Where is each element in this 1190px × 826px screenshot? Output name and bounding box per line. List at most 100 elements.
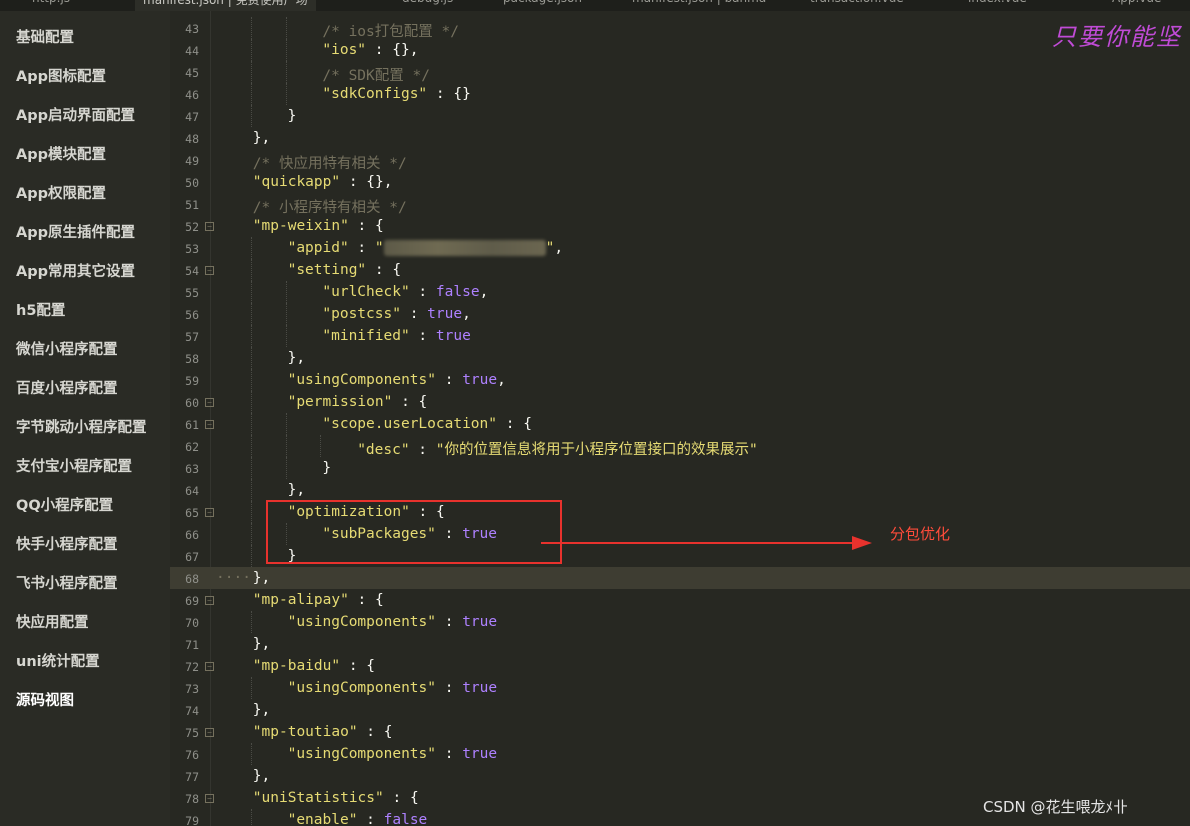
sidebar-item[interactable]: 支付宝小程序配置 [16,455,132,476]
fold-toggle-icon[interactable]: − [205,266,214,275]
line-number: 48 [185,132,199,146]
code-line[interactable]: 43 /* ios打包配置 */ [170,17,1190,40]
code-line[interactable]: 62 "desc" : "你的位置信息将用于小程序位置接口的效果展示" [170,435,1190,458]
sidebar-item[interactable]: 微信小程序配置 [16,338,118,359]
indent-guide [250,413,252,435]
code-line[interactable]: 52− "mp-weixin" : { [170,215,1190,237]
sidebar-item[interactable]: uni统计配置 [16,650,100,671]
code-line[interactable]: 50 "quickapp" : {}, [170,171,1190,193]
code-token: "urlCheck" [322,284,410,300]
line-number: 67 [185,550,199,564]
tab-4[interactable]: manifest.json | banma [632,0,766,11]
sidebar-item[interactable]: App模块配置 [16,143,106,164]
code-line[interactable]: 56 "postcss" : true, [170,303,1190,325]
code-token: , [479,284,489,300]
code-line[interactable]: 68}, ···· [170,567,1190,589]
sidebar-item[interactable]: h5配置 [16,299,65,320]
code-line[interactable]: 55 "urlCheck" : false, [170,281,1190,303]
code-line[interactable]: 70 "usingComponents" : true [170,611,1190,633]
code-line[interactable]: 59 "usingComponents" : true, [170,369,1190,391]
code-line[interactable]: 67} [170,545,1190,567]
fold-toggle-icon[interactable]: − [205,728,214,737]
sidebar-item[interactable]: 飞书小程序配置 [16,572,118,593]
code-line[interactable]: 76 "usingComponents" : true [170,743,1190,765]
code-text: "mp-weixin" : { [253,218,384,234]
code-line[interactable]: 48}, [170,127,1190,149]
indent-guide [250,303,252,325]
fold-toggle-icon[interactable]: − [205,596,214,605]
indent-guide [285,325,287,347]
sidebar-item[interactable]: App图标配置 [16,65,106,86]
code-line[interactable]: 46 "sdkConfigs" : {} [170,83,1190,105]
sidebar-item[interactable]: App启动界面配置 [16,104,135,125]
code-token: " [374,240,384,256]
code-token: /* 快应用特有相关 */ [252,156,407,172]
code-line[interactable]: 73 "usingComponents" : true [170,677,1190,699]
tab-2[interactable]: debug.js [402,0,453,11]
fold-toggle-icon[interactable]: − [205,420,214,429]
line-number: 58 [185,352,199,366]
code-line[interactable]: 49 /* 快应用特有相关 */ [170,149,1190,172]
code-line[interactable]: 72− "mp-baidu" : { [170,655,1190,677]
line-number: 52 [185,220,199,234]
code-line[interactable]: 75− "mp-toutiao" : { [170,721,1190,743]
fold-toggle-icon[interactable]: − [205,398,214,407]
code-token: : [436,372,463,388]
indent-guide [285,83,287,105]
sidebar-item[interactable]: 字节跳动小程序配置 [16,416,147,437]
code-token: }, [252,570,271,586]
fold-toggle-icon[interactable]: − [205,222,214,231]
code-token: "desc" [357,442,410,458]
indent-guide [285,61,287,83]
indent-guide [285,435,287,457]
code-line[interactable]: 51 /* 小程序特有相关 */ [170,193,1190,216]
code-text: "enable" : false [288,812,428,826]
code-line[interactable]: 47} [170,105,1190,127]
indent-guide [250,83,252,105]
code-line[interactable]: 77}, [170,765,1190,787]
tab-5[interactable]: transaction.vue [810,0,904,11]
code-line[interactable]: 53 "appid" : " ", [170,237,1190,259]
tab-7[interactable]: App.vue [1112,0,1161,11]
code-line[interactable]: 65− "optimization" : { [170,501,1190,523]
code-line[interactable]: 64}, [170,479,1190,501]
tab-3[interactable]: package.json [503,0,582,11]
code-line[interactable]: 54− "setting" : { [170,259,1190,281]
fold-toggle-icon[interactable]: − [205,508,214,517]
tab-0[interactable]: http.js [32,0,70,11]
tab-6[interactable]: index.vue [968,0,1027,11]
sidebar-item[interactable]: 快应用配置 [16,611,89,632]
sidebar-item[interactable]: 百度小程序配置 [16,377,118,398]
code-line[interactable]: 45 /* SDK配置 */ [170,61,1190,84]
code-token: : [435,526,463,542]
code-line[interactable]: 57 "minified" : true [170,325,1190,347]
code-line[interactable]: 61− "scope.userLocation" : { [170,413,1190,435]
tab-1[interactable]: manifest.json | 免费使用广场 [135,0,316,11]
code-token: }, [252,130,271,146]
line-number: 53 [185,242,199,256]
indent-guide [250,391,252,413]
code-text: } [322,460,331,476]
sidebar-item[interactable]: 基础配置 [16,26,74,47]
code-line[interactable]: 69− "mp-alipay" : { [170,589,1190,611]
code-token: } [287,548,297,564]
code-token: "usingComponents" [287,614,436,630]
code-line[interactable]: 63} [170,457,1190,479]
code-token: "uniStatistics" [252,790,384,806]
code-text: "subPackages" : true [322,526,497,542]
sidebar-item[interactable]: App常用其它设置 [16,260,135,281]
fold-toggle-icon[interactable]: − [205,662,214,671]
code-line[interactable]: 74}, [170,699,1190,721]
sidebar-item[interactable]: App权限配置 [16,182,106,203]
code-line[interactable]: 60− "permission" : { [170,391,1190,413]
sidebar-item[interactable]: QQ小程序配置 [16,494,113,515]
sidebar-item[interactable]: 快手小程序配置 [16,533,118,554]
code-editor[interactable]: 43 /* ios打包配置 */ 44 "ios" : {}, 45 /* SDK配置 *… [170,11,1190,826]
code-line[interactable]: 44 "ios" : {}, [170,39,1190,61]
sidebar-item[interactable]: App原生插件配置 [16,221,135,242]
code-line[interactable]: 58}, [170,347,1190,369]
sidebar-item[interactable]: 源码视图 [16,689,74,710]
code-line[interactable]: 71}, [170,633,1190,655]
code-token: : {} [427,86,471,102]
fold-toggle-icon[interactable]: − [205,794,214,803]
